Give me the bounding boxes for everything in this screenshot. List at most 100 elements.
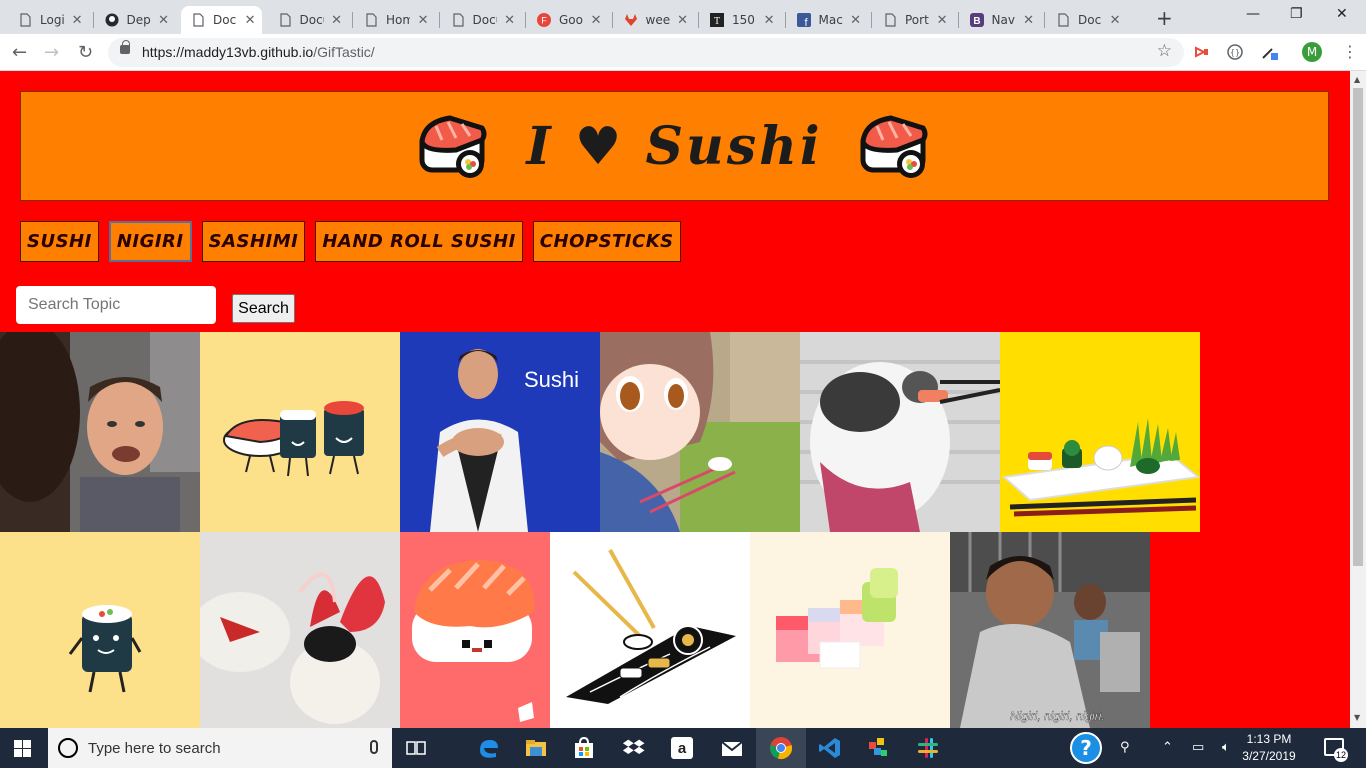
page-scrollbar[interactable]: ▲ ▼ (1350, 71, 1366, 728)
address-bar[interactable]: https://maddy13vb.github.io/GifTastic/ ☆ (108, 38, 1184, 67)
gif-cat-eating-sushi[interactable] (800, 332, 1000, 532)
gitlab-icon (624, 13, 638, 27)
browser-tab[interactable]: Docu ✕ (181, 6, 262, 34)
topic-button-nigiri[interactable]: Nigiri (108, 221, 192, 262)
volume-icon[interactable]: 🔈︎ (1222, 740, 1230, 755)
browser-tab[interactable]: f Mac ✕ (787, 6, 868, 34)
close-tab-icon[interactable]: ✕ (850, 13, 861, 28)
edge-icon[interactable] (476, 736, 500, 760)
gif-cartoon-maki-roll[interactable] (0, 532, 200, 728)
dropbox-icon[interactable] (622, 736, 646, 760)
browser-tab[interactable]: Docu ✕ (441, 6, 522, 34)
show-hidden-icons-icon[interactable]: ⌃ (1162, 740, 1173, 755)
close-tab-icon[interactable]: ✕ (591, 13, 602, 28)
gif-miniature-sushi-plate[interactable] (1000, 332, 1200, 532)
task-view-icon[interactable] (404, 736, 428, 760)
reload-icon[interactable]: ↻ (78, 42, 93, 63)
browser-tab[interactable]: Depl ✕ (95, 6, 176, 34)
close-tab-icon[interactable]: ✕ (331, 13, 342, 28)
gif-man-smiling[interactable] (0, 332, 200, 532)
taskbar-clock[interactable]: 1:13 PM 3/27/2019 (1236, 731, 1302, 765)
gif-strawberry-rice-dessert[interactable] (200, 532, 400, 728)
lock-icon (120, 40, 130, 54)
topic-button-chopsticks[interactable]: Chopsticks (532, 221, 681, 262)
browser-tab[interactable]: Port ✕ (873, 6, 954, 34)
scroll-down-icon[interactable]: ▼ (1354, 713, 1360, 722)
topic-button-hand-roll-sushi[interactable]: Hand Roll Sushi (315, 221, 523, 262)
close-tab-icon[interactable]: ✕ (158, 13, 169, 28)
close-tab-icon[interactable]: ✕ (245, 13, 256, 28)
gif-anime-girl-eating[interactable] (600, 332, 800, 532)
new-tab-button[interactable]: + (1156, 6, 1173, 30)
minimize-button[interactable]: — (1246, 6, 1260, 22)
menu-icon[interactable]: ⋮ (1342, 42, 1358, 61)
gif-pixel-nigiri[interactable] (400, 532, 550, 728)
gif-boy-kitchen-nigiri[interactable]: Nigiri, nigiri, nigiri. (950, 532, 1150, 728)
close-tab-icon[interactable]: ✕ (1110, 13, 1121, 28)
extension-icon[interactable]: {} (1226, 43, 1244, 61)
tab-separator (438, 12, 440, 28)
search-topic-input[interactable]: Search Topic (16, 286, 216, 324)
google-forms-icon: F (537, 13, 551, 27)
doc-icon (278, 13, 292, 27)
gif-sign-language-sushi[interactable]: Sushi (400, 332, 600, 532)
windows-start-icon[interactable] (14, 740, 31, 757)
help-icon[interactable]: ? (1070, 732, 1102, 764)
tab-title: Mac (818, 13, 843, 27)
microphone-icon[interactable] (370, 740, 378, 754)
forward-icon[interactable]: → (44, 42, 59, 63)
browser-tab[interactable]: Logi ✕ (8, 6, 89, 34)
close-tab-icon[interactable]: ✕ (504, 13, 515, 28)
url-text[interactable]: https://maddy13vb.github.io/GifTastic/ (142, 44, 375, 60)
tab-title: Depl (126, 13, 151, 27)
close-tab-icon[interactable]: ✕ (937, 13, 948, 28)
close-tab-icon[interactable]: ✕ (1023, 13, 1034, 28)
battery-icon[interactable]: ▭ (1192, 740, 1204, 755)
mail-icon[interactable] (720, 736, 744, 760)
search-button[interactable]: Search (232, 294, 295, 323)
close-tab-icon[interactable]: ✕ (418, 13, 429, 28)
tab-separator (698, 12, 699, 28)
bookmark-star-icon[interactable]: ☆ (1157, 41, 1172, 61)
tab-title: Navi (991, 13, 1016, 27)
browser-tab[interactable]: B Navi ✕ (960, 6, 1041, 34)
amazon-icon[interactable]: a (670, 736, 694, 760)
browser-tab[interactable]: Hom ✕ (354, 6, 435, 34)
vscode-icon[interactable] (818, 736, 842, 760)
browser-tab[interactable]: T 150 ✕ (700, 6, 781, 34)
scroll-up-icon[interactable]: ▲ (1354, 75, 1360, 84)
cortana-icon (58, 738, 78, 758)
people-icon[interactable]: ⚲ (1120, 740, 1130, 755)
gif-cartoon-sushi-trio[interactable] (200, 332, 400, 532)
extension-icon[interactable] (1193, 43, 1211, 61)
svg-text:a: a (678, 740, 687, 757)
browser-tab[interactable]: Docu ✕ (1046, 6, 1127, 34)
back-icon[interactable]: ← (12, 42, 27, 63)
browser-tab[interactable]: wee ✕ (614, 6, 695, 34)
file-explorer-icon[interactable] (524, 736, 548, 760)
browser-tab[interactable]: Docu ✕ (268, 6, 349, 34)
store-icon[interactable] (572, 736, 596, 760)
gif-sushi-board-chopsticks[interactable] (550, 532, 750, 728)
doc-icon (1056, 13, 1070, 27)
browser-tab[interactable]: F Goo ✕ (527, 6, 608, 34)
topic-button-sashimi[interactable]: Sashimi (201, 221, 306, 262)
browser-tab-strip: Logi ✕ Depl ✕ Docu ✕ Docu ✕ Hom ✕ Docu ✕ F Goo ✕ wee ✕ T 1… (0, 0, 1366, 34)
close-window-button[interactable]: ✕ (1336, 6, 1348, 22)
paint-app-icon[interactable] (866, 736, 890, 760)
close-tab-icon[interactable]: ✕ (677, 13, 688, 28)
close-tab-icon[interactable]: ✕ (72, 13, 83, 28)
chrome-icon[interactable] (769, 736, 793, 760)
gif-pastel-sushi-blocks[interactable] (750, 532, 950, 728)
svg-text:F: F (541, 16, 547, 26)
tab-separator (92, 12, 94, 28)
slack-icon[interactable] (916, 736, 940, 760)
topic-button-sushi[interactable]: Sushi (20, 221, 99, 262)
close-tab-icon[interactable]: ✕ (764, 13, 775, 28)
scrollbar-thumb[interactable] (1353, 88, 1363, 566)
profile-avatar[interactable]: M (1302, 42, 1322, 62)
taskbar-search-box[interactable]: Type here to search (48, 728, 392, 768)
heart-icon: ♥ (574, 115, 625, 177)
maximize-button[interactable]: ❐ (1290, 6, 1303, 22)
eyedropper-icon[interactable] (1260, 43, 1278, 61)
